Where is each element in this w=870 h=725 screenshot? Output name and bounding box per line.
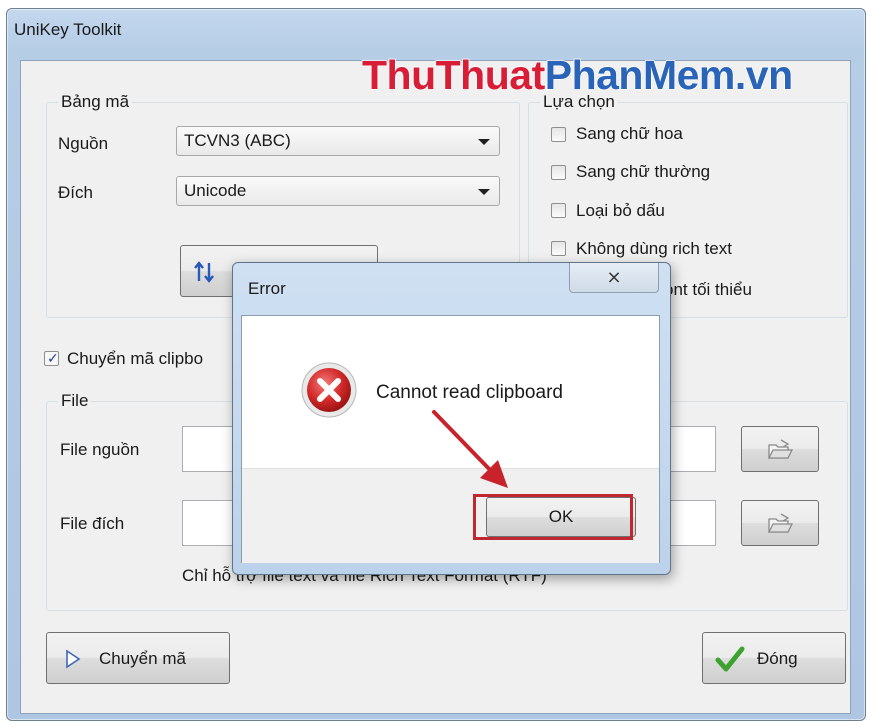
target-encoding-select[interactable]: Unicode [176,176,500,206]
browse-source-button[interactable] [741,426,819,472]
chevron-down-icon [478,189,490,195]
watermark-part2: PhanMem.vn [544,51,794,99]
source-encoding-select[interactable]: TCVN3 (ABC) [176,126,500,156]
source-encoding-value: TCVN3 (ABC) [184,131,291,150]
close-button[interactable]: Đóng [702,632,846,684]
source-encoding-label: Nguồn [58,134,109,153]
window-title: UniKey Toolkit [14,20,122,39]
watermark-part1: ThuThuat [361,51,546,99]
checkmark-icon: ✓ [47,350,59,366]
lowercase-label: Sang chữ thường [576,162,711,181]
folder-open-icon [767,439,794,459]
target-encoding-value: Unicode [184,181,247,200]
green-check-icon [715,646,745,672]
error-x-icon [301,362,357,418]
no-rich-text-label: Không dùng rich text [576,239,732,258]
close-icon: ⨯ [606,267,622,287]
chevron-down-icon [478,139,490,145]
convert-button-label: Chuyển mã [99,649,186,668]
uppercase-checkbox[interactable] [551,127,566,142]
close-button-label: Đóng [757,649,798,668]
remove-accents-checkbox[interactable] [551,203,566,218]
play-triangle-icon [66,649,81,669]
clipboard-convert-checkbox[interactable]: ✓ [44,350,59,366]
file-group-label: File [58,391,92,411]
folder-open-icon [767,513,794,533]
convert-button[interactable]: Chuyển mã [46,632,230,684]
uppercase-label: Sang chữ hoa [576,124,683,143]
source-file-label: File nguồn [60,440,140,459]
bang-ma-group-label: Bảng mã [58,92,133,112]
swap-arrows-icon [194,261,214,283]
no-rich-text-checkbox[interactable] [551,241,566,256]
remove-accents-label: Loại bỏ dấu [576,201,665,220]
browse-target-button[interactable] [741,500,819,546]
target-encoding-label: Đích [58,183,93,202]
annotation-arrow-icon [432,410,508,488]
target-file-label: File đích [60,514,125,533]
watermark-logo: ThuThuatPhanMem.vn [361,51,794,99]
lowercase-checkbox[interactable] [551,165,566,180]
dialog-title: Error [248,279,286,298]
ok-button-highlight [473,494,633,540]
minimal-font-label: ont tối thiểu [664,280,752,299]
dialog-close-button[interactable]: ⨯ [569,263,659,293]
clipboard-convert-label: Chuyển mã clipbo [67,349,204,368]
